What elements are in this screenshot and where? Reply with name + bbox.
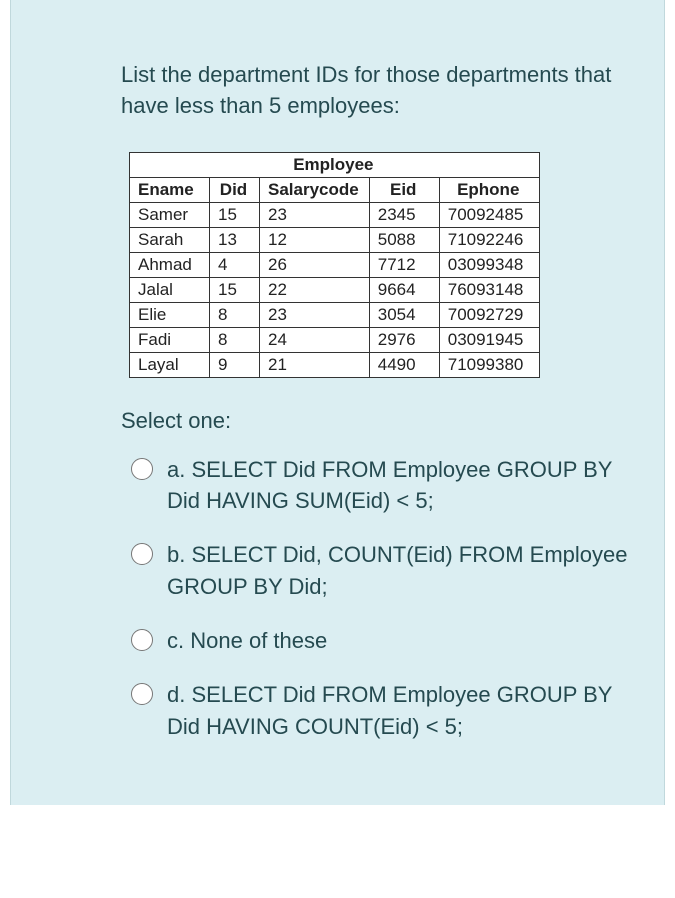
cell-eid: 2976: [369, 327, 439, 352]
table-title: Employee: [130, 152, 540, 177]
cell-eid: 4490: [369, 352, 439, 377]
option-label: a. SELECT Did FROM Employee GROUP BY Did…: [167, 454, 634, 518]
cell-eid: 7712: [369, 252, 439, 277]
cell-ephone: 03091945: [439, 327, 539, 352]
cell-sal: 12: [260, 227, 370, 252]
cell-sal: 26: [260, 252, 370, 277]
radio-b[interactable]: [131, 543, 153, 565]
th-eid: Eid: [369, 177, 439, 202]
cell-did: 9: [210, 352, 260, 377]
question-text: List the department IDs for those depart…: [11, 40, 664, 152]
option-a[interactable]: a. SELECT Did FROM Employee GROUP BY Did…: [121, 454, 634, 518]
table-row: Fadi 8 24 2976 03091945: [130, 327, 540, 352]
cell-ename: Layal: [130, 352, 210, 377]
option-d[interactable]: d. SELECT Did FROM Employee GROUP BY Did…: [121, 679, 634, 743]
radio-c[interactable]: [131, 629, 153, 651]
th-salarycode: Salarycode: [260, 177, 370, 202]
table-header-row: Ename Did Salarycode Eid Ephone: [130, 177, 540, 202]
cell-did: 15: [210, 277, 260, 302]
cell-eid: 2345: [369, 202, 439, 227]
cell-eid: 9664: [369, 277, 439, 302]
cell-ephone: 71092246: [439, 227, 539, 252]
option-letter: a.: [167, 457, 185, 482]
cell-sal: 23: [260, 302, 370, 327]
cell-did: 8: [210, 327, 260, 352]
th-ephone: Ephone: [439, 177, 539, 202]
radio-d[interactable]: [131, 683, 153, 705]
cell-did: 8: [210, 302, 260, 327]
table-row: Ahmad 4 26 7712 03099348: [130, 252, 540, 277]
cell-ename: Jalal: [130, 277, 210, 302]
cell-ephone: 70092729: [439, 302, 539, 327]
cell-ename: Fadi: [130, 327, 210, 352]
option-text: None of these: [190, 628, 327, 653]
cell-ephone: 71099380: [439, 352, 539, 377]
option-label: b. SELECT Did, COUNT(Eid) FROM Employee …: [167, 539, 634, 603]
cell-sal: 23: [260, 202, 370, 227]
options-list: a. SELECT Did FROM Employee GROUP BY Did…: [11, 454, 664, 743]
table-row: Sarah 13 12 5088 71092246: [130, 227, 540, 252]
option-letter: c.: [167, 628, 184, 653]
option-label: c. None of these: [167, 625, 327, 657]
cell-did: 15: [210, 202, 260, 227]
option-b[interactable]: b. SELECT Did, COUNT(Eid) FROM Employee …: [121, 539, 634, 603]
cell-eid: 3054: [369, 302, 439, 327]
cell-ename: Ahmad: [130, 252, 210, 277]
cell-ephone: 70092485: [439, 202, 539, 227]
quiz-card: List the department IDs for those depart…: [10, 0, 665, 805]
employee-table-wrap: Employee Ename Did Salarycode Eid Ephone…: [11, 152, 664, 408]
cell-sal: 24: [260, 327, 370, 352]
cell-ename: Sarah: [130, 227, 210, 252]
table-row: Layal 9 21 4490 71099380: [130, 352, 540, 377]
employee-table: Employee Ename Did Salarycode Eid Ephone…: [129, 152, 540, 378]
option-label: d. SELECT Did FROM Employee GROUP BY Did…: [167, 679, 634, 743]
cell-ename: Elie: [130, 302, 210, 327]
table-row: Samer 15 23 2345 70092485: [130, 202, 540, 227]
option-letter: b.: [167, 542, 185, 567]
option-text: SELECT Did, COUNT(Eid) FROM Employee GRO…: [167, 542, 628, 599]
cell-did: 4: [210, 252, 260, 277]
cell-ename: Samer: [130, 202, 210, 227]
cell-sal: 21: [260, 352, 370, 377]
option-c[interactable]: c. None of these: [121, 625, 634, 657]
select-one-label: Select one:: [11, 408, 664, 454]
radio-a[interactable]: [131, 458, 153, 480]
th-did: Did: [210, 177, 260, 202]
option-letter: d.: [167, 682, 185, 707]
cell-did: 13: [210, 227, 260, 252]
cell-ephone: 76093148: [439, 277, 539, 302]
option-text: SELECT Did FROM Employee GROUP BY Did HA…: [167, 457, 612, 514]
th-ename: Ename: [130, 177, 210, 202]
cell-sal: 22: [260, 277, 370, 302]
table-row: Elie 8 23 3054 70092729: [130, 302, 540, 327]
table-row: Jalal 15 22 9664 76093148: [130, 277, 540, 302]
cell-ephone: 03099348: [439, 252, 539, 277]
option-text: SELECT Did FROM Employee GROUP BY Did HA…: [167, 682, 612, 739]
cell-eid: 5088: [369, 227, 439, 252]
